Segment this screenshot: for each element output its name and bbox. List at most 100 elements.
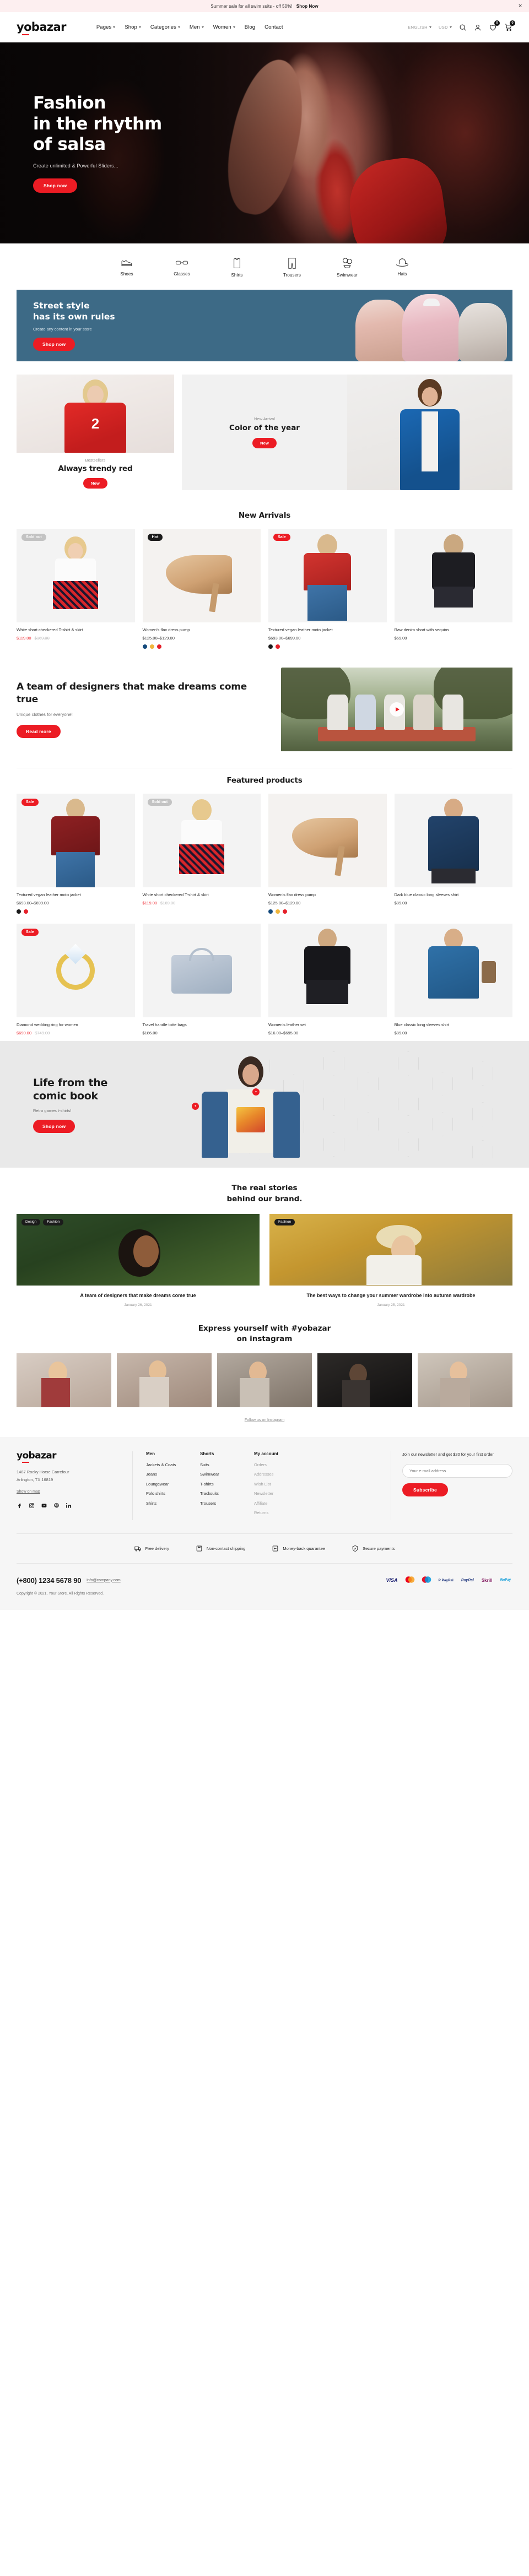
- product-name[interactable]: Textured vegan leather moto jacket: [268, 627, 387, 633]
- nav-item-contact[interactable]: Contact: [264, 24, 283, 30]
- blog-post-image[interactable]: Design Fashion: [17, 1213, 260, 1286]
- product-name[interactable]: White short checkered T-shirt & skirt: [143, 892, 261, 898]
- search-button[interactable]: [459, 24, 467, 31]
- account-button[interactable]: [474, 24, 482, 31]
- product-card[interactable]: Women's leather set $16.00–$695.00: [268, 924, 387, 1035]
- footer-link[interactable]: Wish List: [254, 1482, 294, 1487]
- swatch-red[interactable]: [276, 644, 280, 649]
- category-item-shoes[interactable]: Shoes: [111, 258, 143, 278]
- product-image[interactable]: Hot: [142, 529, 261, 622]
- nav-item-men[interactable]: Men: [190, 24, 204, 30]
- newsletter-subscribe-button[interactable]: Subscribe: [402, 1483, 448, 1497]
- footer-link[interactable]: Jeans: [146, 1472, 186, 1477]
- language-selector[interactable]: ENGLISH: [408, 25, 431, 30]
- footer-logo[interactable]: yobazar: [17, 1451, 121, 1463]
- footer-link[interactable]: Loungewear: [146, 1482, 186, 1487]
- product-card[interactable]: Sold out White short checkered T-shirt &…: [142, 794, 261, 914]
- currency-selector[interactable]: USD: [439, 25, 452, 30]
- color-swatches[interactable]: [142, 644, 261, 649]
- instagram-post[interactable]: [317, 1353, 412, 1407]
- product-image[interactable]: Sold out: [142, 794, 261, 888]
- product-card[interactable]: Travel handle totte bags $186.00: [142, 924, 261, 1035]
- comic-book-banner[interactable]: + + Life from the comic book Retro games…: [0, 1041, 529, 1168]
- footer-link[interactable]: Orders: [254, 1462, 294, 1467]
- nav-item-blog[interactable]: Blog: [245, 24, 255, 30]
- site-logo[interactable]: yobazar: [17, 21, 66, 35]
- show-on-map-link[interactable]: Show on map: [17, 1490, 40, 1494]
- blog-tag[interactable]: Fashion: [274, 1218, 295, 1225]
- promo-left-cta-button[interactable]: New: [83, 478, 108, 489]
- newsletter-email-input[interactable]: [402, 1464, 512, 1478]
- instagram-icon[interactable]: [29, 1503, 35, 1510]
- product-name[interactable]: Blue classic long sleeves shirt: [395, 1022, 513, 1028]
- product-image[interactable]: Sale: [17, 794, 135, 888]
- product-card[interactable]: Sale Diamond wedding ring for women $690…: [17, 924, 135, 1035]
- linkedin-icon[interactable]: [66, 1503, 72, 1510]
- product-name[interactable]: Dark blue classic long sleeves shirt: [395, 892, 513, 898]
- swatch-blue[interactable]: [142, 644, 147, 649]
- promo-tile-new-arrival[interactable]: New Arrival Color of the year New: [182, 375, 512, 490]
- color-swatches[interactable]: [268, 644, 387, 649]
- swatch-black[interactable]: [17, 909, 21, 914]
- product-image[interactable]: [268, 794, 387, 888]
- instagram-post[interactable]: [217, 1353, 312, 1407]
- instagram-post[interactable]: [418, 1353, 512, 1407]
- product-card[interactable]: Dark blue classic long sleeves shirt $89…: [394, 794, 513, 914]
- product-card[interactable]: Sold out White short checkered T-shirt &…: [17, 529, 135, 649]
- product-name[interactable]: Textured vegan leather moto jacket: [17, 892, 135, 898]
- color-swatches[interactable]: [17, 909, 135, 914]
- blog-post-card[interactable]: Fashion The best ways to change your sum…: [269, 1213, 512, 1307]
- product-image[interactable]: [268, 924, 387, 1018]
- product-name[interactable]: White short checkered T-shirt & skirt: [17, 627, 135, 633]
- footer-link[interactable]: Shirts: [146, 1501, 186, 1506]
- product-image[interactable]: Sale: [268, 529, 387, 622]
- product-card[interactable]: Hot Women's flax dress pump $125.00–$129…: [142, 529, 261, 649]
- swatch-blue[interactable]: [268, 909, 273, 914]
- product-card[interactable]: Blue classic long sleeves shirt $89.00: [394, 924, 513, 1035]
- nav-item-shop[interactable]: Shop: [125, 24, 141, 30]
- product-name[interactable]: Travel handle totte bags: [143, 1022, 261, 1028]
- color-swatches[interactable]: [268, 909, 387, 914]
- product-image[interactable]: [142, 924, 261, 1018]
- nav-item-women[interactable]: Women: [213, 24, 235, 30]
- instagram-post[interactable]: [117, 1353, 212, 1407]
- footer-link[interactable]: Swimwear: [200, 1472, 240, 1477]
- footer-link[interactable]: Affiliate: [254, 1501, 294, 1506]
- instagram-post[interactable]: [17, 1353, 111, 1407]
- close-icon[interactable]: ✕: [518, 3, 522, 9]
- category-item-hats[interactable]: Hats: [386, 258, 418, 278]
- swatch-yellow[interactable]: [149, 644, 154, 649]
- youtube-icon[interactable]: [41, 1503, 47, 1510]
- footer-phone[interactable]: (+800) 1234 5678 90: [17, 1576, 81, 1585]
- facebook-icon[interactable]: [17, 1503, 23, 1510]
- footer-link[interactable]: Tracksuits: [200, 1491, 240, 1496]
- blog-tag[interactable]: Fashion: [43, 1218, 64, 1225]
- wishlist-button[interactable]: 0: [489, 20, 500, 31]
- footer-email-link[interactable]: info@company.com: [87, 1579, 120, 1582]
- announcement-shop-now-link[interactable]: Shop Now: [296, 4, 319, 9]
- category-item-shirts[interactable]: Shirts: [221, 258, 253, 278]
- blog-tag[interactable]: Design: [21, 1218, 41, 1225]
- product-image[interactable]: Sold out: [17, 529, 135, 622]
- footer-link[interactable]: Returns: [254, 1510, 294, 1515]
- blog-post-title[interactable]: A team of designers that make dreams com…: [17, 1292, 260, 1299]
- instagram-follow-link[interactable]: Follow us on Instagram: [245, 1418, 284, 1422]
- swatch-black[interactable]: [268, 644, 273, 649]
- comic-shop-now-button[interactable]: Shop now: [33, 1120, 75, 1134]
- nav-item-pages[interactable]: Pages: [96, 24, 116, 30]
- promo-right-cta-button[interactable]: New: [252, 438, 277, 448]
- hero-shop-now-button[interactable]: Shop now: [33, 178, 78, 193]
- category-item-glasses[interactable]: Glasses: [166, 258, 198, 278]
- pinterest-icon[interactable]: [53, 1503, 60, 1510]
- designers-read-more-button[interactable]: Read more: [17, 725, 61, 739]
- product-card[interactable]: Raw denim short with sequins $69.00: [394, 529, 512, 649]
- designers-video[interactable]: [281, 668, 512, 752]
- product-image[interactable]: [394, 529, 512, 622]
- product-name[interactable]: Diamond wedding ring for women: [17, 1022, 135, 1028]
- swatch-red[interactable]: [283, 909, 287, 914]
- play-button[interactable]: [390, 702, 404, 717]
- footer-link[interactable]: Jackets & Coats: [146, 1462, 186, 1467]
- blog-post-title[interactable]: The best ways to change your summer ward…: [269, 1292, 512, 1299]
- swatch-red[interactable]: [24, 909, 28, 914]
- footer-link[interactable]: T-shirts: [200, 1482, 240, 1487]
